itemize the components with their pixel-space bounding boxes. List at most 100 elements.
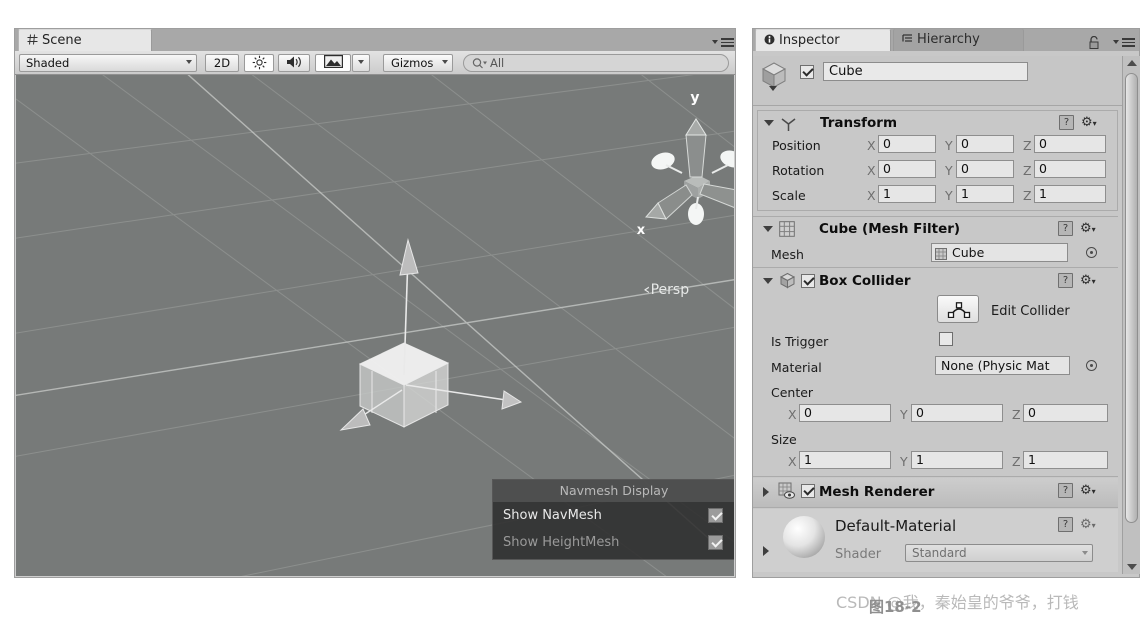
tab-hierarchy[interactable]: Hierarchy [893, 29, 1024, 51]
lighting-toggle-button[interactable] [244, 54, 274, 72]
lock-icon[interactable] [1088, 35, 1100, 54]
gear-icon[interactable]: ⚙▾ [1080, 274, 1096, 288]
scene-effects-button[interactable] [315, 54, 351, 72]
tab-inspector[interactable]: Inspector [755, 29, 891, 51]
mesh-renderer-enabled-checkbox[interactable] [801, 484, 815, 498]
help-book-icon[interactable]: ? [1058, 273, 1073, 288]
scale-x-input[interactable]: 1 [878, 185, 936, 203]
toggle-2d-label: 2D [213, 56, 231, 70]
scene-toolbar: Shaded 2D Gizmos All [15, 51, 735, 75]
box-collider-title: Box Collider [819, 273, 911, 289]
axis-z-label: Z [1023, 163, 1032, 178]
position-y-input[interactable]: 0 [956, 135, 1014, 153]
inspector-object-header: Cube Static Tag Untagged ⇕ Layer Default… [753, 56, 1123, 106]
gizmos-dropdown[interactable]: Gizmos [383, 54, 453, 72]
navmesh-option-show-heightmesh[interactable]: Show HeightMesh [493, 529, 734, 556]
size-x-input[interactable]: 1 [799, 451, 891, 469]
gizmo-axis-y-label: y [690, 90, 699, 106]
scale-y-input[interactable]: 1 [956, 185, 1014, 203]
navmesh-option-label: Show HeightMesh [503, 535, 620, 550]
size-y-input[interactable]: 1 [911, 451, 1003, 469]
material-sphere-icon [781, 514, 827, 564]
size-z-input[interactable]: 1 [1023, 451, 1108, 469]
audio-toggle-button[interactable] [278, 54, 310, 72]
object-name-input[interactable]: Cube [823, 62, 1028, 81]
scene-search-input[interactable]: All [463, 54, 729, 72]
inspector-panel-menu-icon[interactable] [1113, 38, 1135, 47]
box-collider-enabled-checkbox[interactable] [801, 274, 815, 288]
center-x-input[interactable]: 0 [799, 404, 891, 422]
rotation-label: Rotation [772, 163, 825, 178]
gear-icon[interactable]: ⚙▾ [1080, 222, 1096, 236]
projection-mode-text: Persp [650, 282, 690, 298]
show-navmesh-checkbox[interactable] [708, 508, 723, 523]
material-label: Material [771, 360, 822, 375]
scale-z-input[interactable]: 1 [1034, 185, 1106, 203]
material-foldout[interactable] [763, 546, 769, 556]
shader-dropdown[interactable]: Standard [905, 544, 1093, 562]
scene-panel-menu-icon[interactable] [712, 38, 734, 47]
shader-label: Shader [835, 547, 882, 562]
chevron-down-icon [1082, 551, 1088, 555]
scene-viewport[interactable]: y z x ‹Persp Navmesh Display Show NavMes… [16, 75, 734, 576]
help-book-icon[interactable]: ? [1059, 115, 1074, 130]
rotation-z-input[interactable]: 0 [1034, 160, 1106, 178]
inspector-scrollbar[interactable] [1122, 56, 1140, 574]
object-picker-icon[interactable] [1086, 247, 1097, 258]
scene-effects-dropdown[interactable] [352, 54, 370, 72]
center-z-input[interactable]: 0 [1023, 404, 1108, 422]
position-x-input[interactable]: 0 [878, 135, 936, 153]
figure-caption: 图18-2 [869, 598, 922, 616]
mesh-filter-title: Cube (Mesh Filter) [819, 221, 961, 237]
navmesh-option-label: Show NavMesh [503, 508, 602, 523]
help-book-icon[interactable]: ? [1058, 483, 1073, 498]
chevron-down-icon [442, 60, 448, 64]
component-transform: Transform ? ⚙▾ Position X 0 Y 0 Z 0 Rota… [757, 110, 1118, 211]
gear-icon[interactable]: ⚙▾ [1080, 484, 1096, 498]
rotation-y-input[interactable]: 0 [956, 160, 1014, 178]
scroll-up-arrow[interactable] [1127, 60, 1137, 66]
image-icon [323, 55, 343, 72]
center-y-input[interactable]: 0 [911, 404, 1003, 422]
position-label: Position [772, 138, 821, 153]
box-collider-foldout[interactable] [763, 278, 773, 284]
scroll-down-arrow[interactable] [1127, 564, 1137, 570]
scene-search-text: All [490, 56, 505, 70]
position-z-input[interactable]: 0 [1034, 135, 1106, 153]
navmesh-option-show-navmesh[interactable]: Show NavMesh [493, 502, 734, 529]
mesh-filter-icon [779, 221, 795, 241]
object-enabled-checkbox[interactable] [800, 65, 814, 79]
mesh-label: Mesh [771, 247, 804, 262]
tab-scene[interactable]: Scene [18, 29, 152, 51]
mesh-renderer-icon [778, 482, 796, 504]
gear-icon[interactable]: ⚙▾ [1080, 518, 1096, 532]
mesh-renderer-foldout[interactable] [763, 487, 769, 497]
gizmo-axis-x-label: x [637, 223, 646, 238]
component-mesh-renderer: Mesh Renderer ? ⚙▾ [753, 478, 1118, 508]
object-picker-icon[interactable] [1086, 360, 1097, 371]
draw-mode-dropdown[interactable]: Shaded [19, 54, 197, 72]
is-trigger-checkbox[interactable] [939, 332, 953, 346]
axis-y-label: Y [900, 454, 908, 469]
toggle-2d-button[interactable]: 2D [205, 54, 239, 72]
axis-y-label: Y [945, 138, 953, 153]
rotation-x-input[interactable]: 0 [878, 160, 936, 178]
help-book-icon[interactable]: ? [1058, 221, 1073, 236]
material-object-field[interactable]: None (Physic Mat [935, 356, 1070, 375]
axis-x-label: X [788, 407, 797, 422]
projection-mode-label[interactable]: ‹Persp [643, 282, 690, 298]
axis-x-label: X [867, 138, 876, 153]
scene-orientation-gizmo: y z x [637, 90, 734, 238]
mesh-filter-foldout[interactable] [763, 226, 773, 232]
help-book-icon[interactable]: ? [1058, 517, 1073, 532]
material-title: Default-Material [835, 517, 957, 535]
chevron-down-icon [358, 60, 364, 64]
scrollbar-thumb[interactable] [1125, 73, 1138, 523]
edit-collider-button[interactable] [937, 295, 979, 323]
gear-icon[interactable]: ⚙▾ [1081, 116, 1097, 130]
show-heightmesh-checkbox[interactable] [708, 535, 723, 550]
gizmos-label: Gizmos [391, 56, 434, 70]
mesh-object-field[interactable]: Cube [931, 243, 1068, 262]
transform-foldout[interactable] [764, 120, 774, 126]
edit-collider-icon [947, 302, 971, 322]
